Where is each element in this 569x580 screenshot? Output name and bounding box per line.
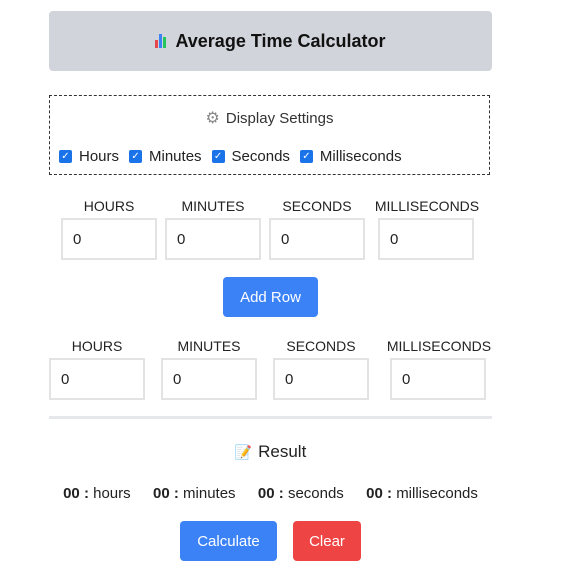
clear-button[interactable]: Clear [293,521,361,561]
separator: : [278,485,284,502]
app-header: Average Time Calculator [49,11,492,71]
separator: : [83,485,89,502]
milliseconds-unit: milliseconds [396,485,478,502]
app-title: Average Time Calculator [175,30,386,51]
minutes-checkbox[interactable]: ✓ [129,150,143,163]
row-2-milliseconds-input[interactable] [390,358,486,400]
hours-checkbox[interactable]: ✓ [59,150,72,163]
row-2-seconds-input[interactable] [273,358,369,400]
separator: : [173,485,179,502]
calculate-button[interactable]: Calculate [180,521,277,561]
result-minutes-value: 00 [153,485,170,502]
row-2-minutes-input[interactable] [161,358,257,400]
divider [49,416,492,419]
bar-chart-icon [155,34,167,48]
result-title: 📝 Result [234,442,307,461]
display-settings-panel: ⚙ Display Settings ✓ Hours ✓ Minutes ✓ Se… [49,95,490,175]
hours-label: HOURS [83,198,135,214]
result-milliseconds-value: 00 [366,485,383,502]
separator: : [387,485,393,502]
option-minutes[interactable]: ✓ Minutes [129,148,202,165]
seconds-label: SECONDS [286,338,356,354]
result-output: 00 : hours 00 : minutes 00 : seconds 00 … [0,485,541,502]
display-settings-title: ⚙ Display Settings [205,110,334,127]
gear-icon: ⚙ [205,110,220,127]
minutes-label: MINUTES [181,198,245,214]
memo-icon: 📝 [234,444,253,460]
add-row-button[interactable]: Add Row [223,277,318,317]
option-seconds[interactable]: ✓ Seconds [211,148,290,165]
result-seconds-value: 00 [257,485,275,502]
seconds-checkbox[interactable]: ✓ [211,150,225,163]
milliseconds-label: MILLISECONDS [386,338,492,354]
option-milliseconds[interactable]: ✓ Milliseconds [299,148,402,165]
row-1-seconds-input[interactable] [269,218,365,260]
display-options: ✓ Hours ✓ Minutes ✓ Seconds ✓ Millisecon… [59,148,412,165]
row-2-hours-input[interactable] [49,358,145,400]
row-2-labels: HOURS MINUTES SECONDS MILLISECONDS [0,338,569,356]
row-1-minutes-input[interactable] [165,218,261,260]
milliseconds-checkbox[interactable]: ✓ [299,150,313,163]
option-hours[interactable]: ✓ Hours [59,148,119,165]
seconds-unit: seconds [287,485,344,502]
row-1-hours-input[interactable] [61,218,157,260]
row-1-labels: HOURS MINUTES SECONDS MILLISECONDS [0,198,569,216]
result-hours-value: 00 [63,485,80,502]
minutes-label: MINUTES [177,338,241,354]
hours-unit: hours [93,485,131,502]
minutes-unit: minutes [183,485,236,502]
hours-label: HOURS [71,338,123,354]
milliseconds-label: MILLISECONDS [374,198,480,214]
seconds-label: SECONDS [282,198,352,214]
row-1-milliseconds-input[interactable] [378,218,474,260]
